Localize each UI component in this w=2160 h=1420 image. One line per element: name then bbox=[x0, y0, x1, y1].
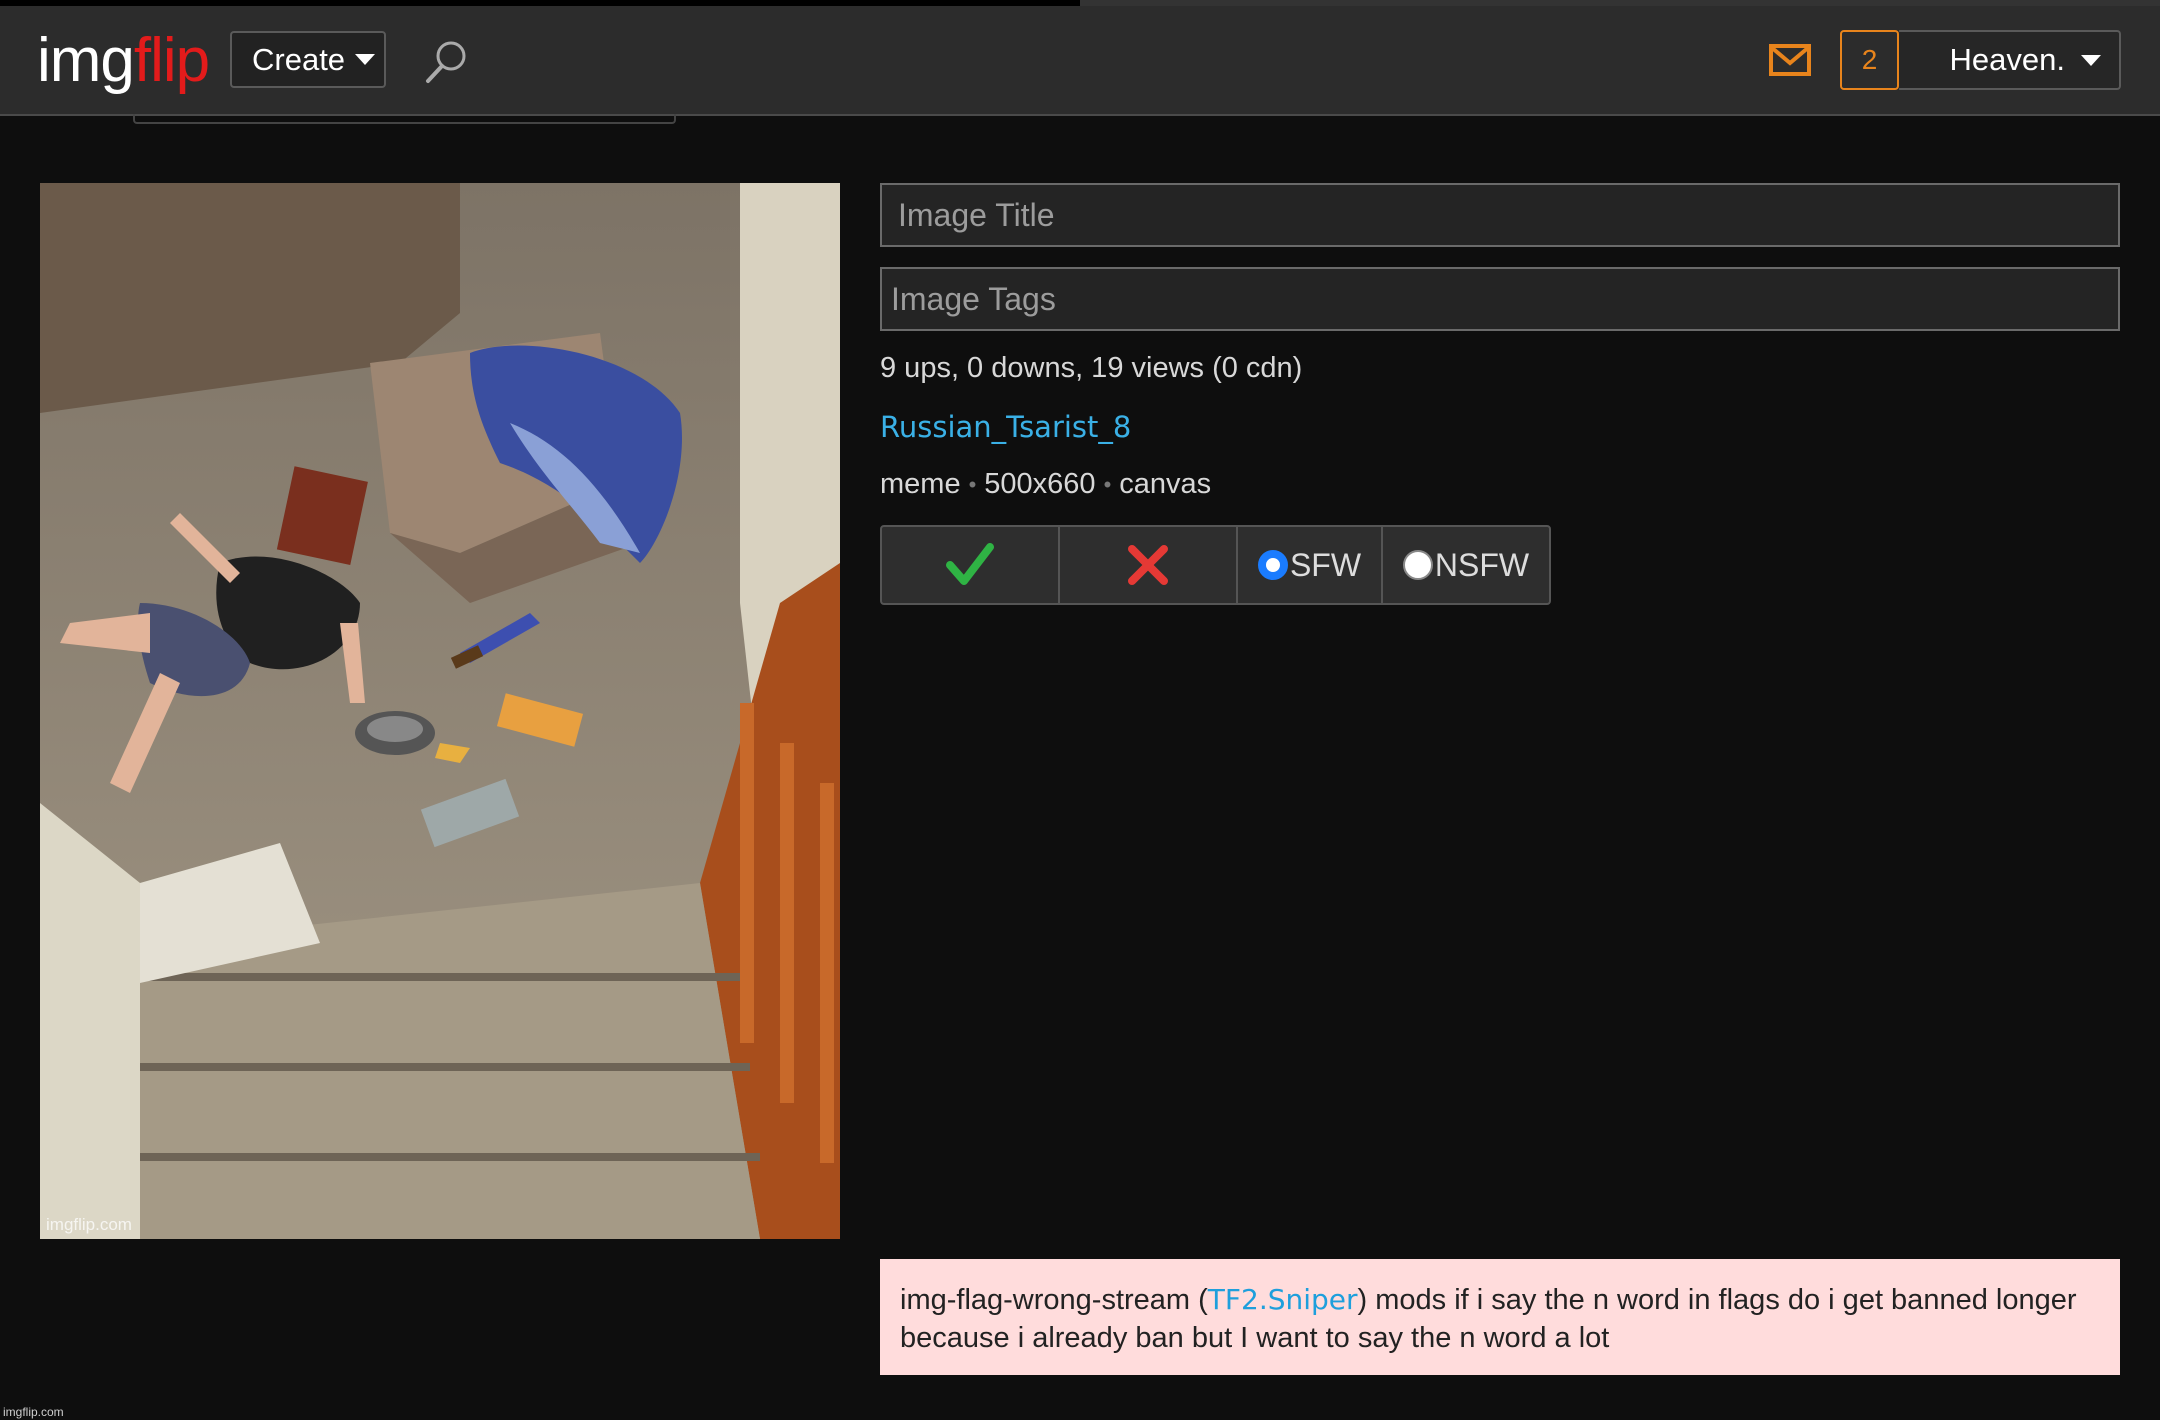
flag-user-link[interactable]: TF2.Sniper bbox=[1208, 1283, 1358, 1316]
approve-button[interactable] bbox=[880, 525, 1060, 605]
imgflip-logo[interactable]: imgflip bbox=[37, 26, 210, 96]
meta-dimensions: 500x660 bbox=[984, 468, 1096, 500]
image-stats: 9 ups, 0 downs, 19 views (0 cdn) bbox=[880, 352, 1303, 384]
logo-text-img: img bbox=[37, 26, 135, 95]
username-label: Heaven. bbox=[1949, 42, 2065, 77]
meme-image[interactable]: imgflip.com bbox=[40, 183, 840, 1239]
image-tags-input[interactable] bbox=[880, 267, 2120, 331]
nsfw-radio-option[interactable]: NSFW bbox=[1381, 525, 1551, 605]
logo-text-flip: flip bbox=[133, 26, 210, 95]
meta-source: canvas bbox=[1119, 468, 1212, 500]
chevron-down-icon bbox=[355, 54, 376, 65]
sfw-radio-button[interactable] bbox=[1257, 550, 1288, 580]
image-meta: meme • 500x660 • canvas bbox=[880, 468, 1211, 501]
image-title-input[interactable] bbox=[880, 183, 2120, 247]
notification-count-badge[interactable]: 2 bbox=[1840, 30, 1899, 90]
create-button[interactable]: Create bbox=[230, 31, 386, 88]
flag-prefix: img-flag-wrong-stream ( bbox=[900, 1284, 1208, 1316]
reject-button[interactable] bbox=[1058, 525, 1238, 605]
search-icon[interactable] bbox=[420, 36, 472, 88]
footer-watermark: imgflip.com bbox=[3, 1405, 64, 1419]
checkmark-icon bbox=[946, 543, 994, 585]
chevron-down-icon bbox=[2081, 54, 2101, 66]
moderation-actions: SFW NSFW bbox=[880, 525, 1551, 605]
sfw-radio-option[interactable]: SFW bbox=[1236, 525, 1383, 605]
x-mark-icon bbox=[1128, 545, 1168, 585]
author-link[interactable]: Russian_Tsarist_8 bbox=[880, 410, 1131, 444]
mail-icon[interactable] bbox=[1768, 42, 1812, 78]
flag-message: img-flag-wrong-stream (TF2.Sniper) mods … bbox=[880, 1259, 2120, 1375]
meta-separator: • bbox=[968, 472, 977, 498]
meta-type: meme bbox=[880, 468, 961, 500]
meta-separator: • bbox=[1103, 472, 1112, 498]
user-menu-button[interactable]: Heaven. bbox=[1899, 30, 2121, 90]
sfw-label: SFW bbox=[1289, 546, 1362, 583]
top-header: imgflip Create 2 Heaven. bbox=[0, 6, 2160, 116]
notification-count: 2 bbox=[1861, 44, 1878, 75]
nsfw-label: NSFW bbox=[1434, 546, 1530, 583]
meme-photo-illustration bbox=[40, 183, 840, 1239]
image-watermark: imgflip.com bbox=[46, 1215, 132, 1234]
create-label: Create bbox=[252, 41, 346, 77]
nsfw-radio-button[interactable] bbox=[1402, 550, 1433, 580]
header-dropdown-edge bbox=[133, 114, 676, 124]
